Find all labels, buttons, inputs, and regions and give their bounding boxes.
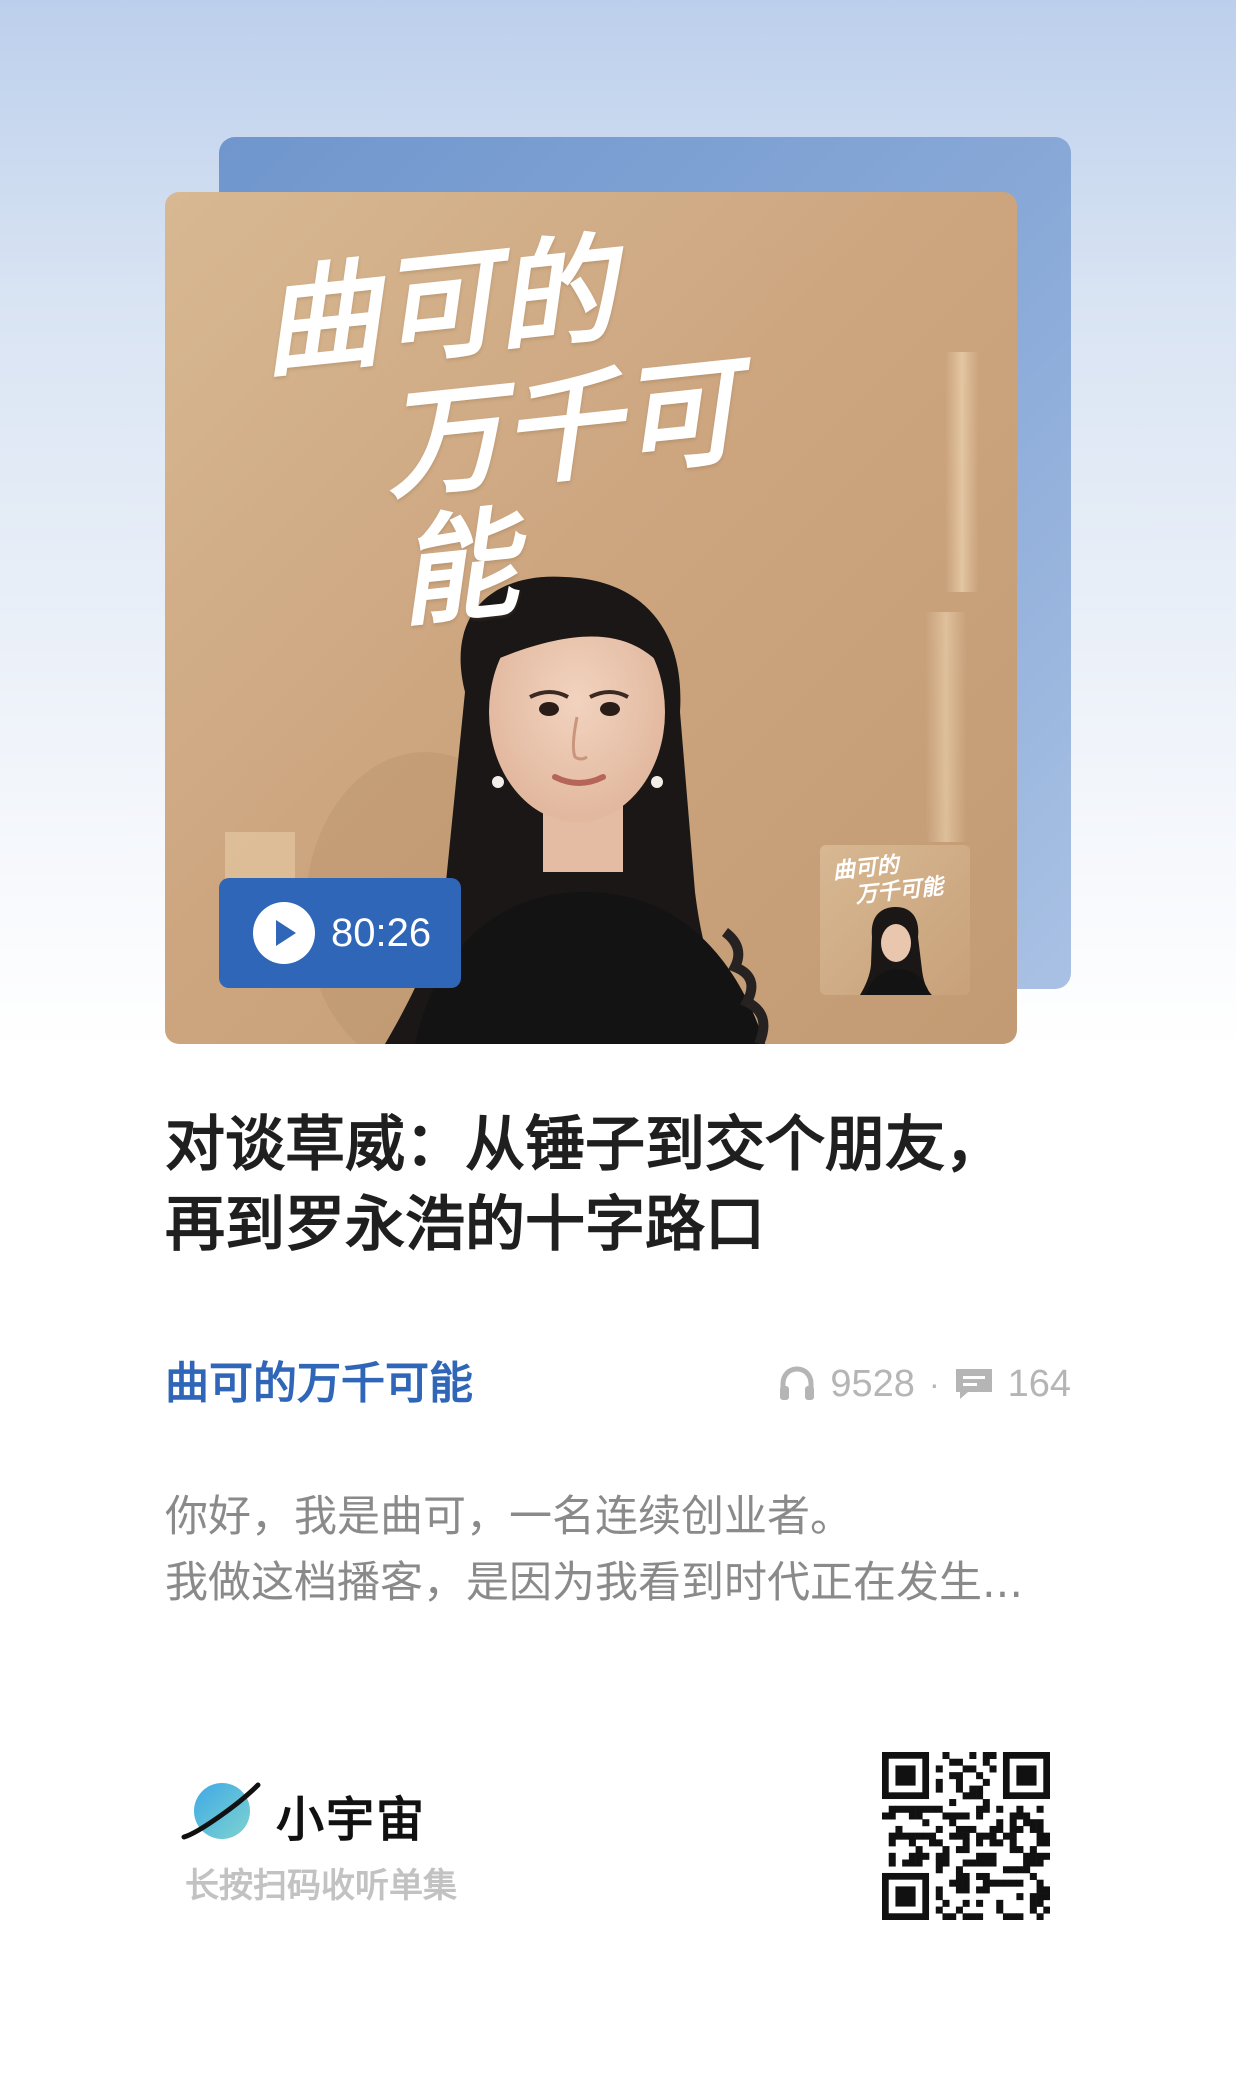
cover-title-line2: 万千可能 [377,340,745,644]
description-line2: 我做这档播客，是因为我看到时代正在发生... [165,1558,1024,1608]
stats-separator: · [928,1365,940,1402]
description-line1: 你好，我是曲可，一名连续创业者。 [165,1492,853,1542]
episode-duration: 80:26 [331,910,432,955]
planet-logo-icon [178,1775,264,1855]
play-count: 9528 [830,1362,915,1405]
podcast-thumbnail: 曲可的 万千可能 [820,845,970,995]
episode-description: 你好，我是曲可，一名连续创业者。 我做这档播客，是因为我看到时代正在发生... [165,1484,1075,1616]
episode-cover-art[interactable]: 曲可的 万千可能 80:26 曲可的 万千可能 [165,192,1017,1044]
headphones-icon [778,1366,816,1402]
brand-name: 小宇宙 [276,1792,427,1848]
qr-code[interactable] [882,1752,1051,1921]
episode-title: 对谈草威：从锤子到交个朋友，再到罗永浩的十字路口 [165,1110,1005,1260]
play-button[interactable]: 80:26 [219,878,461,988]
scan-hint-text: 长按扫码收听单集 [185,1866,457,1906]
brand-logo: 小宇宙 [178,1760,426,1870]
thumbnail-portrait [860,907,932,995]
play-icon [253,902,315,964]
episode-stats: 9528 · 164 [778,1358,1071,1410]
cover-title-calligraphy: 曲可的 万千可能 [254,203,853,649]
comment-icon [954,1366,994,1402]
qr-code-image [882,1752,1051,1921]
comment-count: 164 [1007,1362,1071,1405]
podcast-name-link[interactable]: 曲可的万千可能 [165,1356,473,1412]
